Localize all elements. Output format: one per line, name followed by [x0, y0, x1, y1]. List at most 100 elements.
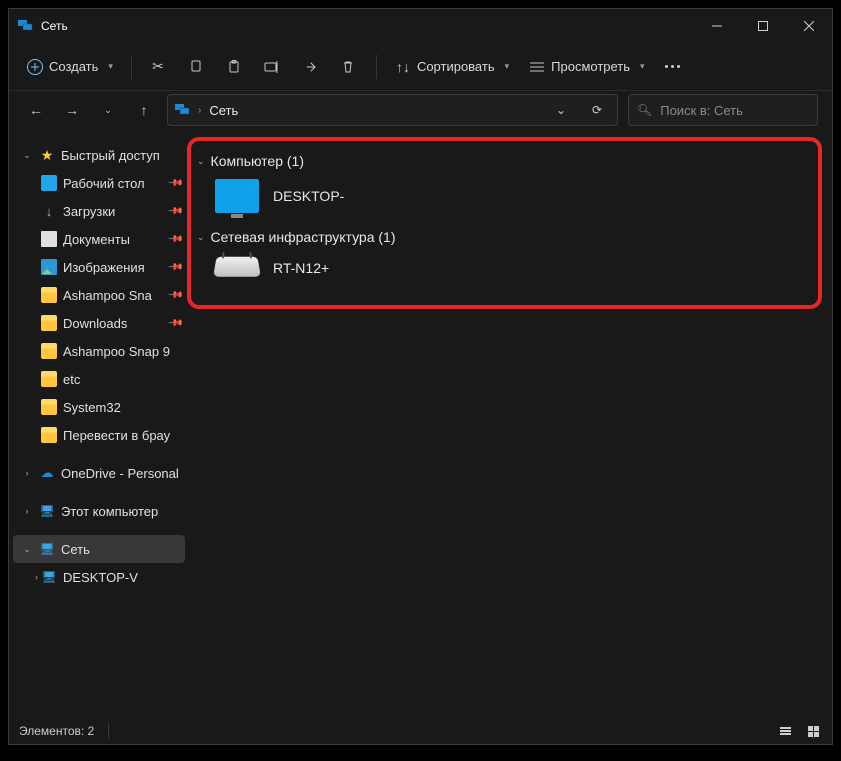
maximize-button[interactable] [740, 9, 786, 43]
sidebar-folder-etc[interactable]: ›etc [13, 365, 185, 393]
chevron-down-icon: ⌄ [21, 544, 33, 555]
sidebar-this-pc[interactable]: ›🖥Этот компьютер [13, 497, 185, 525]
delete-button[interactable] [332, 50, 366, 84]
pin-icon: 📌 [166, 203, 183, 220]
router-icon [213, 257, 261, 277]
sidebar-desktop[interactable]: ›Рабочий стол📌 [13, 169, 185, 197]
network-computer-item[interactable]: DESKTOP- [197, 175, 810, 223]
more-icon [665, 65, 680, 68]
status-bar: Элементов: 2 [9, 718, 832, 744]
chevron-right-icon: › [198, 105, 201, 116]
chevron-right-icon: › [21, 506, 33, 516]
nav-pane: ⌄ ★ Быстрый доступ ›Рабочий стол📌 ›↓Загр… [9, 133, 187, 718]
document-icon [41, 231, 57, 247]
paste-button[interactable] [218, 50, 252, 84]
group-infrastructure[interactable]: ⌄ Сетевая инфраструктура (1) [197, 223, 810, 251]
download-icon: ↓ [41, 203, 57, 219]
view-button[interactable]: Просмотреть ▾ [521, 50, 652, 84]
command-bar: Создать ▾ ✂ ↑↓ Сортировать ▾ Просмотреть… [9, 43, 832, 91]
pin-icon: 📌 [166, 287, 183, 304]
chevron-down-icon: ⌄ [197, 156, 205, 167]
tiles-icon [808, 726, 819, 737]
network-icon: 🖥 [39, 541, 55, 557]
trash-icon [340, 59, 356, 75]
quick-access-label: Быстрый доступ [61, 148, 160, 163]
sidebar-folder-downloads2[interactable]: ›Downloads📌 [13, 309, 185, 337]
network-title-icon [17, 18, 33, 34]
clipboard-icon [226, 59, 242, 75]
sidebar-network[interactable]: ⌄🖥Сеть [13, 535, 185, 563]
network-router-item[interactable]: RT-N12+ [197, 251, 810, 291]
new-label: Создать [49, 59, 98, 74]
more-button[interactable] [657, 50, 691, 84]
folder-icon [41, 427, 57, 443]
explorer-body: ⌄ ★ Быстрый доступ ›Рабочий стол📌 ›↓Загр… [9, 133, 832, 718]
folder-icon [41, 399, 57, 415]
titlebar: Сеть [9, 9, 832, 43]
copy-icon [188, 59, 204, 75]
sidebar-folder-translate[interactable]: ›Перевести в брау [13, 421, 185, 449]
sidebar-folder-ashampoo9[interactable]: ›Ashampoo Snap 9 [13, 337, 185, 365]
folder-icon [41, 343, 57, 359]
folder-icon [41, 287, 57, 303]
search-box[interactable]: 🔍︎ [628, 94, 818, 126]
pc-icon: 🖥 [39, 503, 55, 519]
forward-button[interactable]: → [59, 97, 85, 123]
share-icon [302, 59, 318, 75]
router-name: RT-N12+ [273, 260, 329, 276]
up-button[interactable]: ↑ [131, 97, 157, 123]
sidebar-folder-ashampoo[interactable]: ›Ashampoo Sna📌 [13, 281, 185, 309]
close-button[interactable] [786, 9, 832, 43]
cloud-icon: ☁ [39, 465, 55, 481]
view-details-button[interactable] [776, 724, 794, 739]
chevron-right-icon: › [21, 468, 33, 478]
cut-button[interactable]: ✂ [142, 50, 176, 84]
address-dropdown-button[interactable]: ⌄ [547, 96, 575, 124]
sidebar-folder-system32[interactable]: ›System32 [13, 393, 185, 421]
computer-name: DESKTOP- [273, 188, 344, 204]
pin-icon: 📌 [166, 315, 183, 332]
sidebar-network-desktop[interactable]: ›🖥DESKTOP-V [13, 563, 185, 591]
sidebar-pictures[interactable]: ›Изображения📌 [13, 253, 185, 281]
share-button[interactable] [294, 50, 328, 84]
group-computer-label: Компьютер (1) [211, 153, 304, 169]
chevron-down-icon: ▾ [505, 61, 510, 72]
sidebar-onedrive[interactable]: ›☁OneDrive - Personal [13, 459, 185, 487]
address-bar[interactable]: › Сеть ⌄ ⟳ [167, 94, 618, 126]
sidebar-downloads[interactable]: ›↓Загрузки📌 [13, 197, 185, 225]
item-count: Элементов: 2 [19, 724, 94, 738]
group-infrastructure-label: Сетевая инфраструктура (1) [211, 229, 396, 245]
folder-icon [41, 371, 57, 387]
window-title: Сеть [41, 19, 68, 33]
view-tiles-button[interactable] [804, 724, 822, 739]
chevron-down-icon: ▾ [640, 61, 645, 72]
search-icon: 🔍︎ [637, 102, 652, 118]
network-breadcrumb-icon [174, 102, 190, 118]
rename-icon [264, 59, 280, 75]
list-icon [780, 727, 791, 735]
pin-icon: 📌 [166, 231, 183, 248]
sidebar-documents[interactable]: ›Документы📌 [13, 225, 185, 253]
copy-button[interactable] [180, 50, 214, 84]
recent-button[interactable]: ⌄ [95, 97, 121, 123]
navigation-row: ← → ⌄ ↑ › Сеть ⌄ ⟳ 🔍︎ [9, 91, 832, 133]
group-computer[interactable]: ⌄ Компьютер (1) [197, 147, 810, 175]
minimize-button[interactable] [694, 9, 740, 43]
chevron-down-icon: ▾ [108, 61, 113, 72]
sort-button[interactable]: ↑↓ Сортировать ▾ [387, 50, 517, 84]
content-area: ⌄ Компьютер (1) DESKTOP- ⌄ Сетевая инфра… [187, 133, 832, 718]
plus-icon [27, 59, 43, 75]
refresh-button[interactable]: ⟳ [583, 96, 611, 124]
rename-button[interactable] [256, 50, 290, 84]
new-button[interactable]: Создать ▾ [19, 50, 121, 84]
star-icon: ★ [39, 147, 55, 163]
back-button[interactable]: ← [23, 97, 49, 123]
annotation-highlight: ⌄ Компьютер (1) DESKTOP- ⌄ Сетевая инфра… [187, 137, 822, 309]
chevron-down-icon: ⌄ [197, 232, 205, 243]
scissors-icon: ✂ [150, 59, 166, 75]
breadcrumb-network[interactable]: Сеть [209, 103, 238, 118]
pin-icon: 📌 [166, 175, 183, 192]
view-label: Просмотреть [551, 59, 630, 74]
search-input[interactable] [660, 103, 836, 118]
sidebar-quick-access[interactable]: ⌄ ★ Быстрый доступ [13, 141, 185, 169]
